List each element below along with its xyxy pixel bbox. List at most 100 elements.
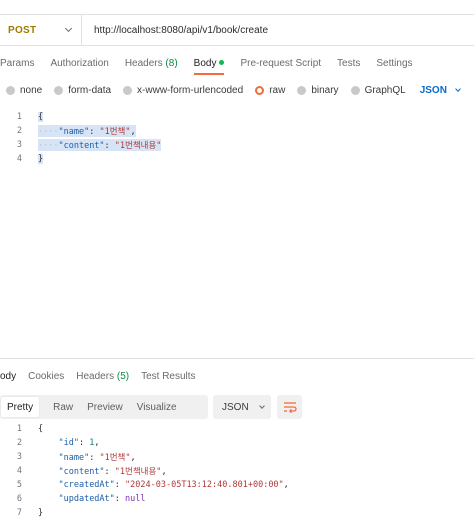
- open-brace: {: [38, 112, 44, 122]
- tab-prerequest-script[interactable]: Pre-request Script: [240, 58, 321, 69]
- headers-count: (8): [165, 57, 178, 69]
- close-brace: }: [38, 508, 44, 518]
- code-line: 1 {: [0, 110, 474, 124]
- radio-urlencoded-label: x-www-form-urlencoded: [137, 84, 244, 96]
- close-brace: }: [38, 154, 44, 164]
- line-number: 2: [16, 438, 22, 448]
- chevron-down-icon: [455, 85, 461, 92]
- radio-form-data[interactable]: form-data: [54, 85, 111, 96]
- code-line: 3 "name": "1번책",: [0, 450, 474, 464]
- view-pretty-button[interactable]: Pretty: [1, 397, 40, 417]
- pane-divider[interactable]: [0, 358, 474, 359]
- radio-none[interactable]: none: [6, 85, 42, 96]
- json-key: "id": [58, 438, 79, 448]
- json-key: "updatedAt": [58, 494, 115, 504]
- json-key: "name": [58, 453, 90, 463]
- code-line: 5 "createdAt": "2024-03-05T13:12:40.801+…: [0, 478, 474, 492]
- view-raw-button[interactable]: Raw: [53, 397, 87, 417]
- line-number: 7: [16, 508, 22, 518]
- json-string: "1번책": [99, 127, 131, 137]
- response-toolbar: Pretty Raw Preview Visualize JSON: [0, 395, 474, 419]
- view-visualize-button[interactable]: Visualize: [137, 397, 191, 417]
- active-tab-indicator: [193, 73, 225, 75]
- line-number: 5: [16, 480, 22, 490]
- json-key: "content": [58, 141, 105, 151]
- code-text: "content": "1번책내용",: [58, 467, 167, 477]
- json-string: "1번책": [99, 453, 131, 463]
- radio-graphql[interactable]: GraphQL: [350, 84, 406, 96]
- radio-none-label: none: [20, 84, 43, 96]
- url-input[interactable]: http://localhost:8080/api/v1/book/create: [82, 25, 268, 36]
- radio-form-data-label: form-data: [68, 84, 112, 96]
- code-text: {: [38, 112, 44, 122]
- tab-tests[interactable]: Tests: [337, 58, 360, 69]
- code-text: "createdAt": "2024-03-05T13:12:40.801+00…: [58, 480, 289, 490]
- method-select[interactable]: POST: [0, 15, 82, 45]
- tab-body[interactable]: Body: [193, 57, 225, 75]
- body-format-select[interactable]: JSON: [420, 85, 461, 96]
- request-tabs: Params Authorization Headers (8) Body Pr…: [0, 52, 429, 75]
- line-number: 3: [16, 140, 22, 150]
- json-key: "createdAt": [58, 480, 115, 490]
- radio-binary-label: binary: [311, 84, 339, 96]
- tab-test-results[interactable]: Test Results: [141, 371, 195, 382]
- response-headers-count: (5): [116, 370, 130, 382]
- response-format-select[interactable]: JSON: [213, 395, 271, 419]
- code-line: 1 {: [0, 422, 474, 436]
- view-preview-button[interactable]: Preview: [87, 397, 137, 417]
- open-brace: {: [38, 424, 44, 434]
- tab-response-body[interactable]: ody: [0, 371, 16, 382]
- code-line: 7 }: [0, 506, 474, 520]
- radio-circle-icon: [297, 85, 307, 95]
- code-line: 2 ····"name": "1번책",: [0, 124, 474, 138]
- radio-circle-icon: [350, 85, 360, 95]
- response-format-label: JSON: [222, 401, 249, 413]
- json-key: "content": [58, 467, 105, 477]
- radio-selected-icon: [255, 85, 265, 95]
- code-text: "updatedAt": null: [58, 494, 146, 504]
- wrap-lines-button[interactable]: [277, 395, 302, 419]
- radio-raw[interactable]: raw: [255, 85, 285, 96]
- response-body-viewer[interactable]: 1 { 2 "id": 1, 3 "name": "1번책", 4 "conte…: [0, 422, 474, 520]
- tab-response-headers-label: Headers: [76, 370, 115, 382]
- line-number: 1: [16, 112, 22, 122]
- line-number: 6: [16, 494, 22, 504]
- code-line: 6 "updatedAt": null: [0, 492, 474, 506]
- tab-headers[interactable]: Headers (8): [125, 58, 178, 69]
- request-bar: POST http://localhost:8080/api/v1/book/c…: [0, 14, 474, 46]
- chevron-down-icon: [64, 24, 73, 33]
- radio-urlencoded[interactable]: x-www-form-urlencoded: [123, 85, 243, 96]
- code-text: }: [38, 154, 44, 164]
- code-text: "id": 1,: [58, 438, 100, 448]
- request-body-editor[interactable]: 1 { 2 ····"name": "1번책", 3 ····"content"…: [0, 110, 474, 166]
- chevron-down-icon: [258, 402, 265, 409]
- json-string: "2024-03-05T13:12:40.801+00:00": [125, 480, 284, 490]
- code-line: 3 ····"content": "1번책내용": [0, 138, 474, 152]
- tab-authorization[interactable]: Authorization: [50, 58, 108, 69]
- code-line: 2 "id": 1,: [0, 436, 474, 450]
- code-line: 4 "content": "1번책내용",: [0, 464, 474, 478]
- code-text: }: [38, 508, 43, 518]
- body-active-dot-icon: [219, 60, 225, 66]
- tab-params[interactable]: Params: [0, 58, 34, 69]
- code-text: ····"name": "1번책",: [38, 125, 136, 137]
- tab-cookies[interactable]: Cookies: [28, 371, 64, 382]
- code-text: "name": "1번책",: [58, 453, 136, 463]
- json-string: "1번책내용": [114, 467, 162, 477]
- code-text: ····"content": "1번책내용": [38, 139, 162, 151]
- view-mode-segmented: Pretty Raw Preview Visualize: [0, 395, 208, 419]
- line-number: 4: [16, 466, 22, 476]
- line-number: 4: [16, 154, 22, 164]
- radio-binary[interactable]: binary: [297, 84, 339, 96]
- radio-graphql-label: GraphQL: [364, 84, 406, 96]
- radio-raw-label: raw: [269, 84, 286, 96]
- radio-circle-icon: [123, 85, 133, 95]
- radio-circle-icon: [54, 85, 64, 95]
- line-number: 2: [16, 126, 22, 136]
- tab-settings[interactable]: Settings: [376, 58, 412, 69]
- line-number: 3: [16, 452, 22, 462]
- tab-response-headers[interactable]: Headers (5): [76, 371, 129, 382]
- code-line: 4 }: [0, 152, 474, 166]
- code-text: {: [38, 424, 43, 434]
- tab-body-label: Body: [193, 57, 217, 69]
